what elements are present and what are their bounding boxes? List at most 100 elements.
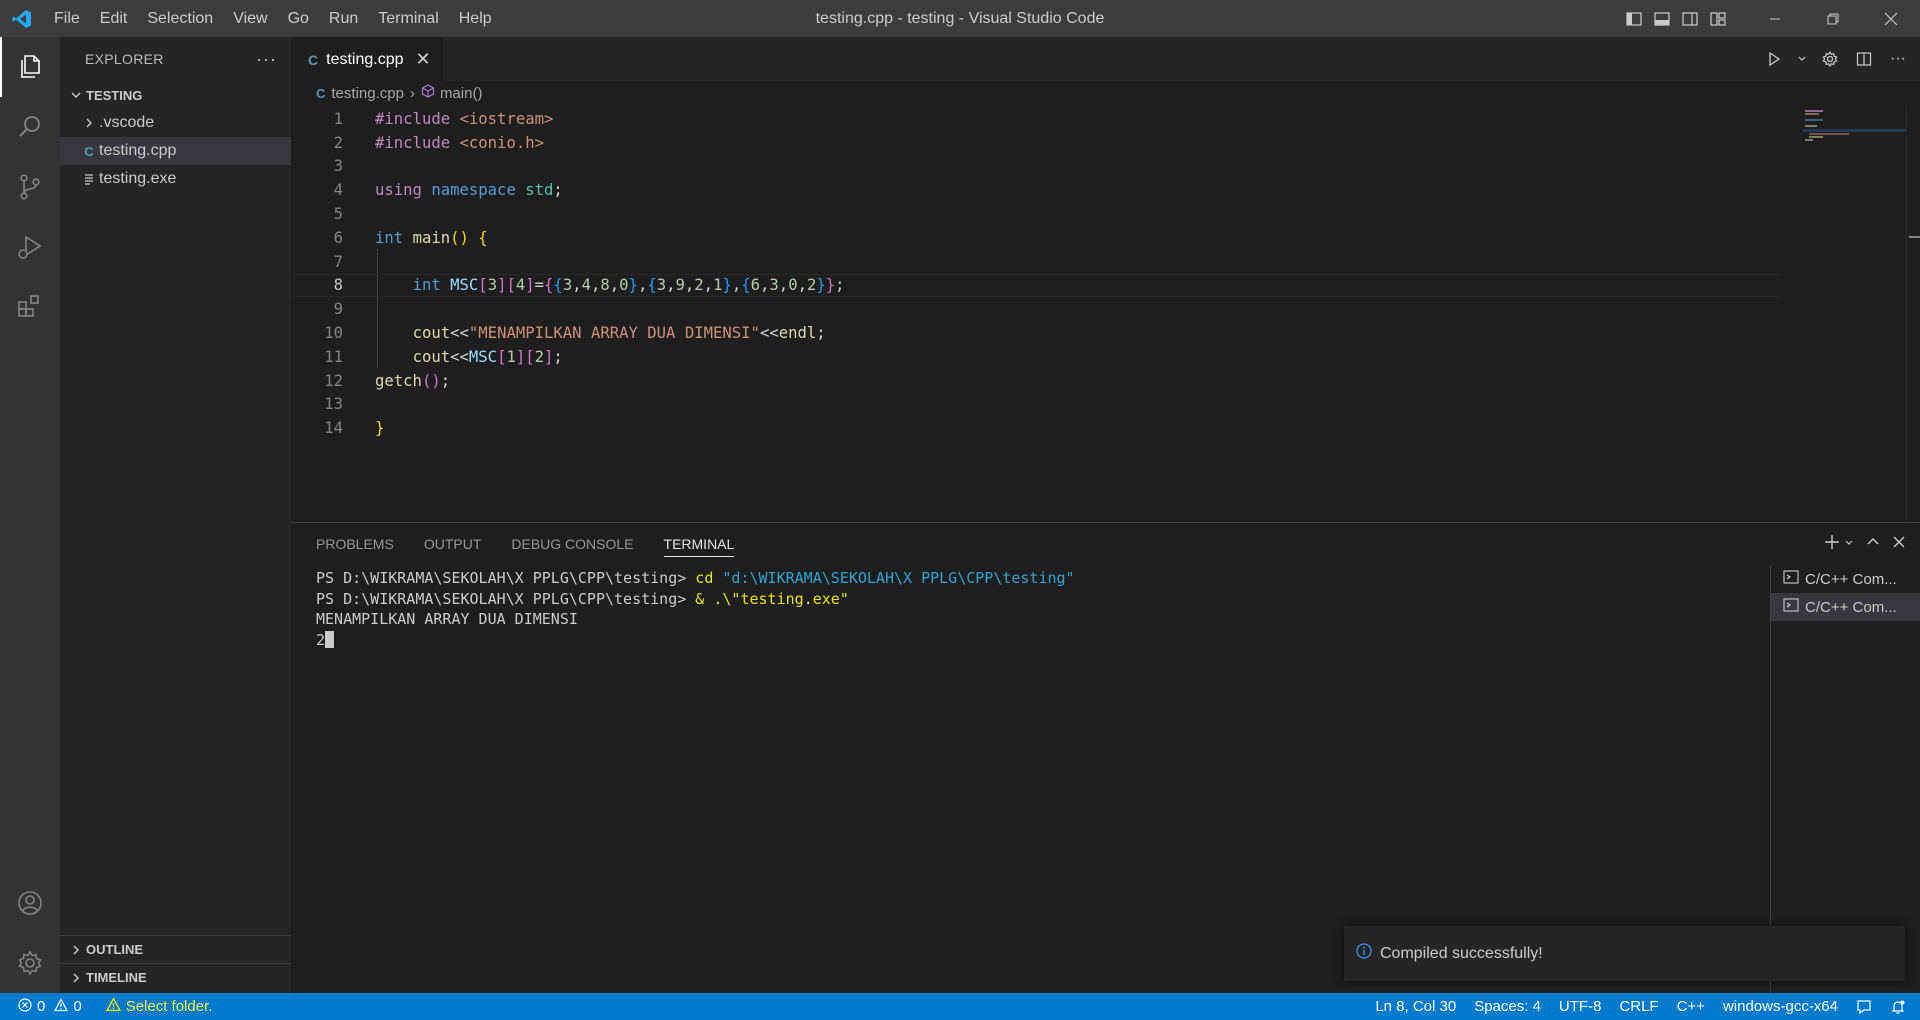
outline-section[interactable]: OUTLINE: [60, 935, 291, 963]
maximize-panel-icon[interactable]: [1866, 535, 1880, 554]
menu-selection[interactable]: Selection: [137, 0, 223, 37]
tree-item-testing-exe[interactable]: testing.exe: [60, 165, 291, 193]
warning-icon: [105, 997, 121, 1016]
end-of-line[interactable]: CRLF: [1610, 993, 1667, 1020]
cpp-file-icon: C: [316, 85, 326, 101]
customize-layout-icon[interactable]: [1704, 0, 1732, 37]
breadcrumb-file[interactable]: testing.cpp: [331, 85, 404, 102]
code-line: 7: [333, 252, 343, 271]
notifications-bell-icon[interactable]: [1881, 993, 1920, 1020]
tab-terminal[interactable]: TERMINAL: [663, 531, 735, 557]
chevron-down-icon[interactable]: [1844, 535, 1854, 553]
restore-icon[interactable]: [1804, 0, 1862, 37]
toggle-panel-icon[interactable]: [1648, 0, 1676, 37]
menu-bar: File Edit Selection View Go Run Terminal…: [44, 0, 502, 37]
workspace-folder-row[interactable]: TESTING: [60, 81, 291, 109]
code-line: 11 cout<<MSC[1][2];: [324, 347, 563, 366]
editor-scrollbar[interactable]: [1906, 107, 1920, 522]
terminal-output[interactable]: PS D:\WIKRAMA\SEKOLAH\X PPLG\CPP\testing…: [316, 568, 1766, 650]
terminal-list-item[interactable]: C/C++ Com...: [1771, 593, 1920, 621]
notification-message: Compiled successfully!: [1380, 944, 1543, 962]
code-editor[interactable]: 1 #include <iostream> 2 #include <conio.h>…: [291, 107, 1781, 440]
title-bar: File Edit Selection View Go Run Terminal…: [0, 0, 1920, 37]
toggle-secondary-sidebar-icon[interactable]: [1676, 0, 1704, 37]
timeline-section[interactable]: TIMELINE: [60, 963, 291, 991]
symbol-method-icon: [421, 84, 435, 102]
tab-output[interactable]: OUTPUT: [424, 523, 482, 565]
menu-view[interactable]: View: [223, 0, 277, 37]
terminal-line: PS D:\WIKRAMA\SEKOLAH\X PPLG\CPP\testing…: [316, 568, 1766, 589]
run-code-icon[interactable]: [1762, 47, 1786, 71]
code-line: 14}: [324, 419, 385, 438]
terminal-icon: [1783, 597, 1799, 617]
close-panel-icon[interactable]: [1892, 535, 1906, 554]
terminal-prompt: PS D:\WIKRAMA\SEKOLAH\X PPLG\CPP\testing…: [316, 569, 696, 588]
new-terminal-icon[interactable]: [1824, 534, 1840, 555]
feedback-icon[interactable]: [1847, 993, 1881, 1020]
select-folder-status[interactable]: Select folder.: [97, 993, 222, 1020]
tree-item-vscode[interactable]: .vscode: [60, 109, 291, 137]
menu-run[interactable]: Run: [319, 0, 368, 37]
chevron-right-icon: [66, 972, 86, 984]
scrollbar-cursor-marker: [1909, 236, 1920, 238]
explorer-sidebar: EXPLORER ··· TESTING .vscode C testing.c…: [60, 37, 291, 993]
menu-edit[interactable]: Edit: [90, 0, 138, 37]
minimize-icon[interactable]: [1746, 0, 1804, 37]
breadcrumb: C testing.cpp › main(): [291, 81, 1920, 105]
source-control-icon[interactable]: [0, 157, 60, 217]
terminal-cursor: [325, 631, 335, 649]
tree-item-testing-cpp[interactable]: C testing.cpp: [60, 137, 291, 165]
code-line: 5: [333, 205, 343, 224]
indentation[interactable]: Spaces: 4: [1465, 993, 1550, 1020]
tab-problems[interactable]: PROBLEMS: [316, 523, 394, 565]
cpp-file-icon: C: [308, 51, 319, 68]
editor-tabbar: C testing.cpp ✕ ···: [291, 37, 1920, 81]
terminal-list-item[interactable]: C/C++ Com...: [1771, 565, 1920, 593]
terminal-icon: [1783, 569, 1799, 589]
settings-gear-icon[interactable]: [1818, 47, 1842, 71]
code-line: 10 cout<<"MENAMPILKAN ARRAY DUA DIMENSI"…: [324, 324, 826, 343]
cpp-configuration[interactable]: windows-gcc-x64: [1714, 993, 1847, 1020]
chevron-down-icon[interactable]: [1796, 47, 1808, 71]
chevron-right-icon: [79, 117, 99, 129]
toggle-primary-sidebar-icon[interactable]: [1620, 0, 1648, 37]
more-actions-icon[interactable]: ···: [256, 49, 277, 70]
code-line: 2 #include <conio.h>: [333, 133, 544, 152]
error-icon: [18, 997, 32, 1016]
close-window-icon[interactable]: [1862, 0, 1920, 37]
problems-status[interactable]: 0 0: [0, 993, 91, 1020]
language-mode[interactable]: C++: [1668, 993, 1714, 1020]
search-icon[interactable]: [0, 97, 60, 157]
chevron-down-icon: [66, 89, 86, 101]
tree-item-label: testing.exe: [99, 170, 177, 187]
notification-toast[interactable]: Compiled successfully!: [1344, 926, 1905, 981]
info-icon: [1356, 943, 1372, 964]
extensions-icon[interactable]: [0, 277, 60, 337]
manage-gear-icon[interactable]: [0, 933, 60, 993]
terminal-line: PS D:\WIKRAMA\SEKOLAH\X PPLG\CPP\testing…: [316, 589, 1766, 610]
chevron-right-icon: ›: [409, 84, 415, 102]
minimap[interactable]: [1796, 107, 1906, 167]
menu-terminal[interactable]: Terminal: [368, 0, 448, 37]
terminal-command: cd: [695, 569, 714, 588]
encoding[interactable]: UTF-8: [1550, 993, 1611, 1020]
close-tab-icon[interactable]: ✕: [416, 49, 431, 70]
tab-testing-cpp[interactable]: C testing.cpp ✕: [291, 37, 443, 81]
breadcrumb-symbol[interactable]: main(): [440, 85, 483, 102]
cursor-position[interactable]: Ln 8, Col 30: [1366, 993, 1465, 1020]
explorer-title: EXPLORER: [85, 51, 164, 67]
menu-go[interactable]: Go: [278, 0, 319, 37]
warning-count: 0: [73, 998, 82, 1015]
more-actions-icon[interactable]: ···: [1886, 47, 1910, 71]
status-bar: 0 0 Select folder. Ln 8, Col 30 Spaces: …: [0, 993, 1920, 1020]
run-debug-icon[interactable]: [0, 217, 60, 277]
menu-help[interactable]: Help: [449, 0, 502, 37]
terminal-command: & .\"testing.exe": [695, 589, 849, 608]
title-controls: [1620, 0, 1920, 37]
vscode-logo-icon: [0, 0, 44, 37]
tab-debug-console[interactable]: DEBUG CONSOLE: [511, 523, 633, 565]
account-icon[interactable]: [0, 873, 60, 933]
explorer-icon[interactable]: [0, 37, 60, 97]
menu-file[interactable]: File: [44, 0, 90, 37]
split-editor-icon[interactable]: [1852, 47, 1876, 71]
